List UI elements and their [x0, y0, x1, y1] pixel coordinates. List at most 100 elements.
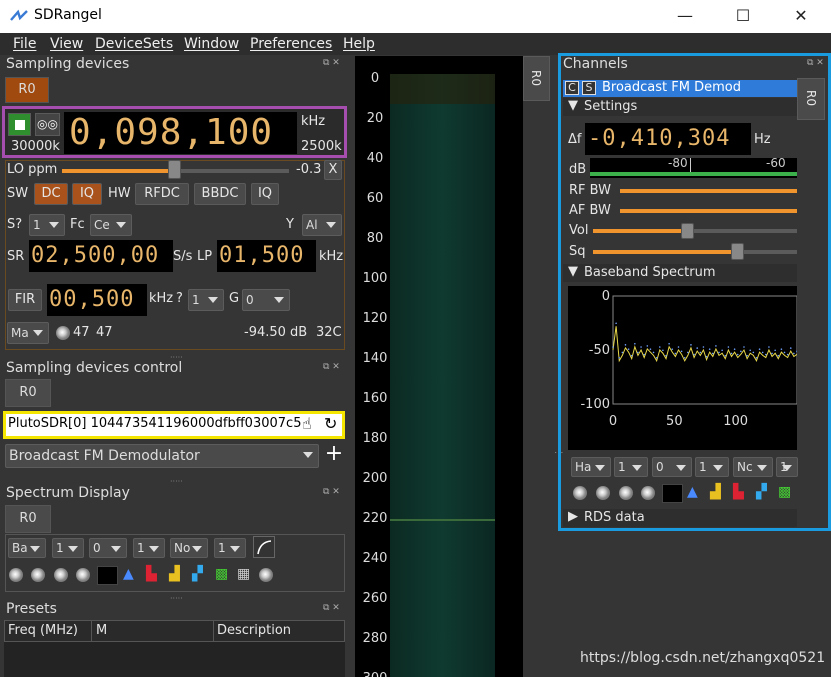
squelch-slider-handle[interactable] — [731, 243, 744, 260]
lo-ppm-slider-handle[interactable] — [168, 160, 181, 179]
spectrum-window-select[interactable]: No — [170, 538, 208, 558]
fir-bandwidth-display[interactable]: 00,500 — [47, 284, 147, 316]
clear-spectrum-icon[interactable] — [259, 568, 273, 582]
waterfall-toggle-icon[interactable]: ▞ — [192, 566, 203, 582]
presets-list[interactable] — [4, 642, 345, 677]
splitter-handle[interactable]: ····· — [170, 594, 184, 603]
stroke-knob-icon[interactable] — [619, 486, 633, 500]
live-spectrum-icon[interactable]: ▟ — [169, 566, 180, 582]
add-channel-button[interactable]: + — [323, 443, 345, 467]
iq-toggle-button[interactable]: IQ — [72, 183, 102, 205]
dock-float-close-icon[interactable]: ⧉ ✕ — [323, 58, 340, 68]
sample-rate-display[interactable]: 02,500,00 — [29, 240, 173, 272]
channel-c-badge[interactable]: C — [565, 81, 579, 95]
decay-divisor-knob-icon[interactable] — [31, 568, 45, 582]
preset-col-m[interactable]: M — [96, 623, 107, 638]
device-name[interactable]: PlutoSDR[0] 104473541196000dfbff03007c5 — [8, 416, 301, 431]
s-select[interactable]: 1 — [29, 214, 65, 236]
menu-view[interactable]: View — [50, 36, 83, 52]
tab-r0-control[interactable]: R0 — [5, 379, 51, 407]
hw-iq-button[interactable]: IQ — [251, 183, 279, 205]
baseband-avg-select[interactable]: 1 — [776, 457, 798, 477]
g-select[interactable]: 0 — [242, 289, 290, 311]
minimize-button[interactable]: — — [663, 4, 707, 28]
stroke-knob-icon[interactable] — [54, 568, 68, 582]
tab-r0-spectrum-vertical[interactable]: R0 — [523, 56, 550, 101]
center-frequency-display[interactable]: 0,098,100 — [64, 112, 297, 154]
spectrum-ref-select[interactable]: 1 — [52, 538, 84, 558]
device-select-hand-icon[interactable]: ☝ — [302, 414, 312, 433]
dock-float-close-icon[interactable]: ⧉ ✕ — [323, 487, 340, 497]
menu-window[interactable]: Window — [184, 36, 239, 52]
live-spectrum-icon[interactable]: ▟ — [710, 484, 721, 500]
spectrum-range-select[interactable]: 0 — [89, 538, 127, 558]
rds-rollup[interactable]: ▶ RDS data — [563, 509, 797, 527]
baseband-window-select[interactable]: Nc — [733, 457, 773, 477]
tab-r0-spectrum[interactable]: R0 — [5, 505, 51, 533]
fir-gain-select[interactable]: 1 — [188, 289, 224, 311]
spectrum-rate-select[interactable]: 1 — [133, 538, 165, 558]
gain-knob-icon[interactable] — [56, 326, 70, 340]
fir-button[interactable]: FIR — [8, 289, 42, 311]
dock-float-close-icon[interactable]: ⧉ ✕ — [807, 58, 824, 68]
preset-col-freq[interactable]: Freq (MHz) — [8, 623, 78, 638]
maximize-button[interactable]: ☐ — [721, 4, 765, 28]
baseband-spectrum-chart: 0 -50 -100 0 50 100 — [568, 286, 797, 450]
grid-icon[interactable]: ▦ — [237, 566, 250, 582]
baseband-range-select[interactable]: 0 — [652, 457, 692, 477]
3d-spectrogram-icon[interactable]: ▩ — [778, 484, 791, 500]
history-icon[interactable]: ▙ — [146, 566, 157, 582]
trace-intensity-icon[interactable] — [97, 566, 118, 585]
splitter-handle[interactable]: ····· — [170, 477, 184, 486]
grid-intensity-knob-icon[interactable] — [641, 486, 655, 500]
dock-float-close-icon[interactable]: ⧉ ✕ — [323, 603, 340, 613]
baseband-fft-select[interactable]: Ha — [571, 457, 611, 477]
history-icon[interactable]: ▙ — [733, 484, 744, 500]
waterfall-view[interactable]: 0 20 40 60 80 100 120 140 160 180 200 220 240 260 280 3… — [355, 56, 523, 677]
menu-preferences[interactable]: Preferences — [250, 36, 332, 52]
channel-select[interactable]: Broadcast FM Demodulator — [5, 444, 319, 468]
max-hold-icon[interactable]: ▲ — [687, 484, 698, 500]
dc-toggle-button[interactable]: DC — [34, 183, 68, 205]
preset-col-description[interactable]: Description — [217, 623, 291, 638]
antenna-select[interactable]: Al — [302, 214, 342, 236]
rf-bw-slider[interactable] — [620, 189, 797, 193]
waterfall-tick-label: 40 — [367, 151, 384, 166]
start-stop-button[interactable] — [8, 113, 31, 136]
af-bw-slider[interactable] — [620, 209, 797, 213]
volume-slider-handle[interactable] — [681, 223, 694, 239]
lowpass-display[interactable]: 01,500 — [217, 240, 316, 272]
dock-float-close-icon[interactable]: ⧉ ✕ — [323, 362, 340, 372]
3d-spectrogram-icon[interactable]: ▩ — [215, 566, 228, 582]
menu-file[interactable]: File — [13, 36, 36, 52]
spectrum-fft-select[interactable]: Ba — [8, 538, 46, 558]
decay-knob-icon[interactable] — [9, 568, 23, 582]
decay-divisor-knob-icon[interactable] — [596, 486, 610, 500]
tab-r0-sampling[interactable]: R0 — [5, 77, 49, 103]
tab-r0-channels[interactable]: R0 — [797, 78, 825, 120]
menu-help[interactable]: Help — [343, 36, 375, 52]
lo-ppm-reset-button[interactable]: X — [324, 160, 342, 180]
baseband-rate-select[interactable]: 1 — [695, 457, 729, 477]
device-reload-icon[interactable]: ↻ — [324, 414, 337, 433]
baseband-rollup[interactable]: ▼ Baseband Spectrum — [563, 264, 797, 282]
rfdc-button[interactable]: RFDC — [135, 183, 189, 205]
channel-s-badge[interactable]: S — [582, 81, 596, 95]
fc-select[interactable]: Ce — [90, 214, 132, 236]
waterfall-toggle-icon[interactable]: ▞ — [756, 484, 767, 500]
spectrum-avg-select[interactable]: 1 — [214, 538, 246, 558]
close-button[interactable]: ✕ — [779, 4, 823, 28]
record-icon[interactable]: ◎◎ — [35, 113, 60, 136]
gain-mode-select[interactable]: Ma — [7, 322, 49, 344]
trace-intensity-icon[interactable] — [662, 484, 683, 503]
max-hold-icon[interactable]: ▲ — [123, 566, 134, 582]
delta-frequency-display[interactable]: -0,410,304 — [585, 123, 751, 155]
decay-knob-icon[interactable] — [573, 486, 587, 500]
spectrum-curve-icon[interactable] — [253, 536, 275, 558]
baseband-ref-select[interactable]: 1 — [614, 457, 648, 477]
menu-bar: File View DeviceSets Window Preferences … — [0, 33, 831, 55]
bbdc-button[interactable]: BBDC — [194, 183, 246, 205]
settings-rollup[interactable]: ▼ Settings — [563, 98, 797, 116]
grid-intensity-knob-icon[interactable] — [76, 568, 90, 582]
menu-devicesets[interactable]: DeviceSets — [95, 36, 173, 52]
